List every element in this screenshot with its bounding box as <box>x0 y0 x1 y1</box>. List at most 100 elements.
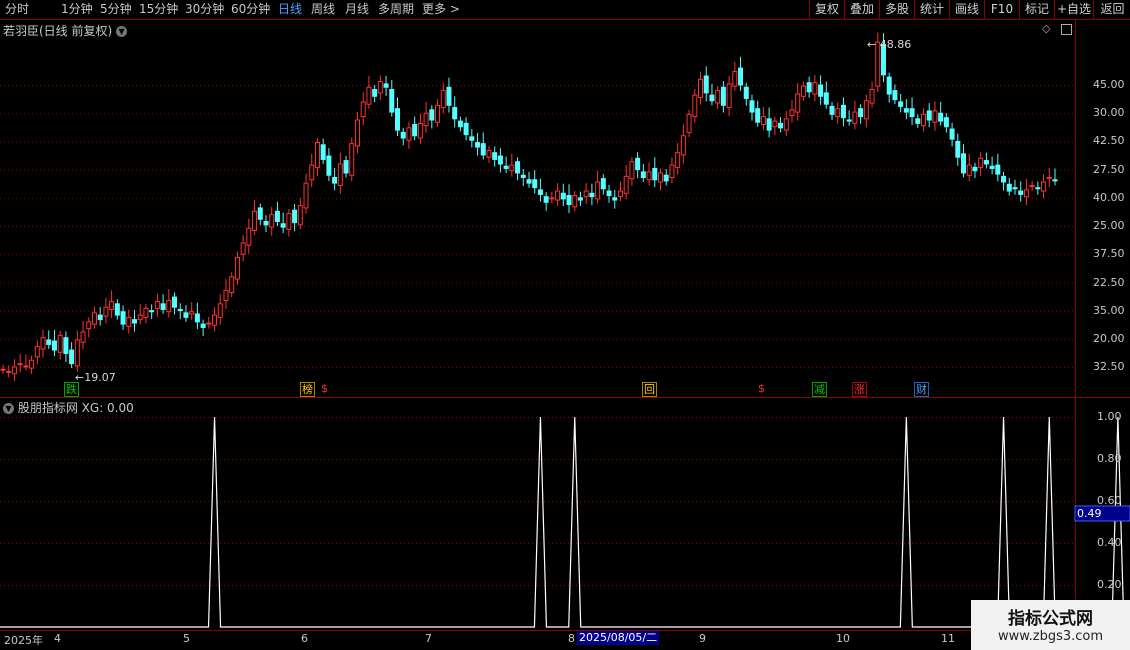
candle-body <box>983 160 989 165</box>
signal-marker[interactable]: $ <box>755 382 768 395</box>
candle-body <box>412 123 418 137</box>
candle-body <box>194 313 200 323</box>
candle-body <box>932 110 938 123</box>
candle-body <box>383 83 389 88</box>
candle-body <box>257 207 263 220</box>
candle-body <box>69 349 75 365</box>
month-label: 7 <box>425 632 432 645</box>
candle-body <box>1018 190 1024 195</box>
candle-body <box>772 120 778 128</box>
candle-body <box>680 135 686 156</box>
candle-body <box>640 171 646 178</box>
candle-body <box>760 116 766 125</box>
candle-body <box>766 118 772 131</box>
candle-body <box>172 296 178 308</box>
candle-body <box>938 112 944 122</box>
candle-body <box>457 120 463 128</box>
candle-body <box>537 189 543 195</box>
candle-body <box>366 86 372 105</box>
candle-body <box>269 214 275 228</box>
candle-body <box>543 196 549 203</box>
low-annotation: ←19.07 <box>75 371 116 384</box>
candle-body <box>858 108 864 118</box>
candle-body <box>509 164 515 172</box>
indicator-xg-value: XG: 0.00 <box>81 401 134 415</box>
candle-body <box>6 371 12 374</box>
signal-marker[interactable]: $ <box>318 382 331 395</box>
candle-body <box>675 152 681 168</box>
candle-body <box>623 175 629 194</box>
candle-body <box>943 117 949 128</box>
candle-body <box>234 257 240 280</box>
dropdown-icon[interactable]: ▼ <box>3 403 14 414</box>
candle-body <box>223 289 229 301</box>
signal-marker[interactable]: 跌 <box>64 382 79 397</box>
candle-body <box>966 164 972 176</box>
price-tick: 22.50 <box>1093 276 1125 289</box>
candle-body <box>566 195 572 206</box>
candle-body <box>286 213 292 230</box>
indicator-tick: 0.20 <box>1097 578 1122 591</box>
candle-body <box>446 86 452 106</box>
candle-body <box>486 149 492 158</box>
candle-body <box>423 112 429 127</box>
candle-body <box>183 312 189 318</box>
price-tick: 30.00 <box>1093 106 1125 119</box>
candle-body <box>652 167 658 181</box>
candle-body <box>389 89 395 113</box>
indicator-tick: 0.40 <box>1097 536 1122 549</box>
candle-body <box>686 113 692 133</box>
candle-body <box>1046 176 1052 180</box>
candle-body <box>126 316 132 327</box>
candle-body <box>789 109 795 116</box>
candle-body <box>669 164 675 178</box>
candle-body <box>51 340 57 351</box>
candle-body <box>252 210 258 232</box>
signal-marker[interactable]: 榜 <box>300 382 315 397</box>
signal-marker[interactable]: 减 <box>812 382 827 397</box>
candle-body <box>646 171 652 181</box>
candle-body <box>520 174 526 178</box>
price-tick: 40.00 <box>1093 191 1125 204</box>
candle-body <box>463 122 469 136</box>
price-tick: 42.50 <box>1093 134 1125 147</box>
candle-body <box>955 140 961 158</box>
candle-body <box>377 81 383 94</box>
indicator-tick: 0.60 <box>1097 494 1122 507</box>
candle-body <box>475 142 481 148</box>
price-tick: 37.50 <box>1093 247 1125 260</box>
candle-body <box>1041 181 1047 192</box>
candle-body <box>149 310 155 313</box>
candle-body <box>217 303 223 318</box>
candle-body <box>1001 175 1007 183</box>
indicator-current-value: 0.49 <box>1077 507 1102 520</box>
candle-body <box>795 93 801 113</box>
candle-body <box>395 108 400 131</box>
signal-marker[interactable]: 涨 <box>852 382 867 397</box>
candle-body <box>435 104 441 123</box>
candle-body <box>63 337 69 354</box>
candle-body <box>1052 179 1058 182</box>
candle-body <box>629 161 635 180</box>
candle-body <box>577 197 583 201</box>
candle-body <box>343 160 349 174</box>
signal-marker[interactable]: 财 <box>914 382 929 397</box>
candle-body <box>332 176 338 184</box>
signal-marker[interactable]: 回 <box>642 382 657 397</box>
candle-body <box>532 179 538 189</box>
indicator-name: 股朋指标网 <box>17 401 78 415</box>
candle-body <box>715 90 721 104</box>
candle-body <box>440 90 446 109</box>
candle-body <box>560 192 566 200</box>
candle-body <box>274 210 280 222</box>
candle-body <box>863 100 869 120</box>
candle-body <box>309 164 315 181</box>
candle-body <box>137 314 143 321</box>
candle-body <box>726 83 732 109</box>
candle-body <box>1035 187 1041 190</box>
price-tick: 32.50 <box>1093 360 1125 373</box>
candle-body <box>86 321 92 330</box>
watermark: 指标公式网 www.zbgs3.com <box>971 600 1130 650</box>
candle-body <box>949 128 955 140</box>
candle-body <box>200 323 206 329</box>
